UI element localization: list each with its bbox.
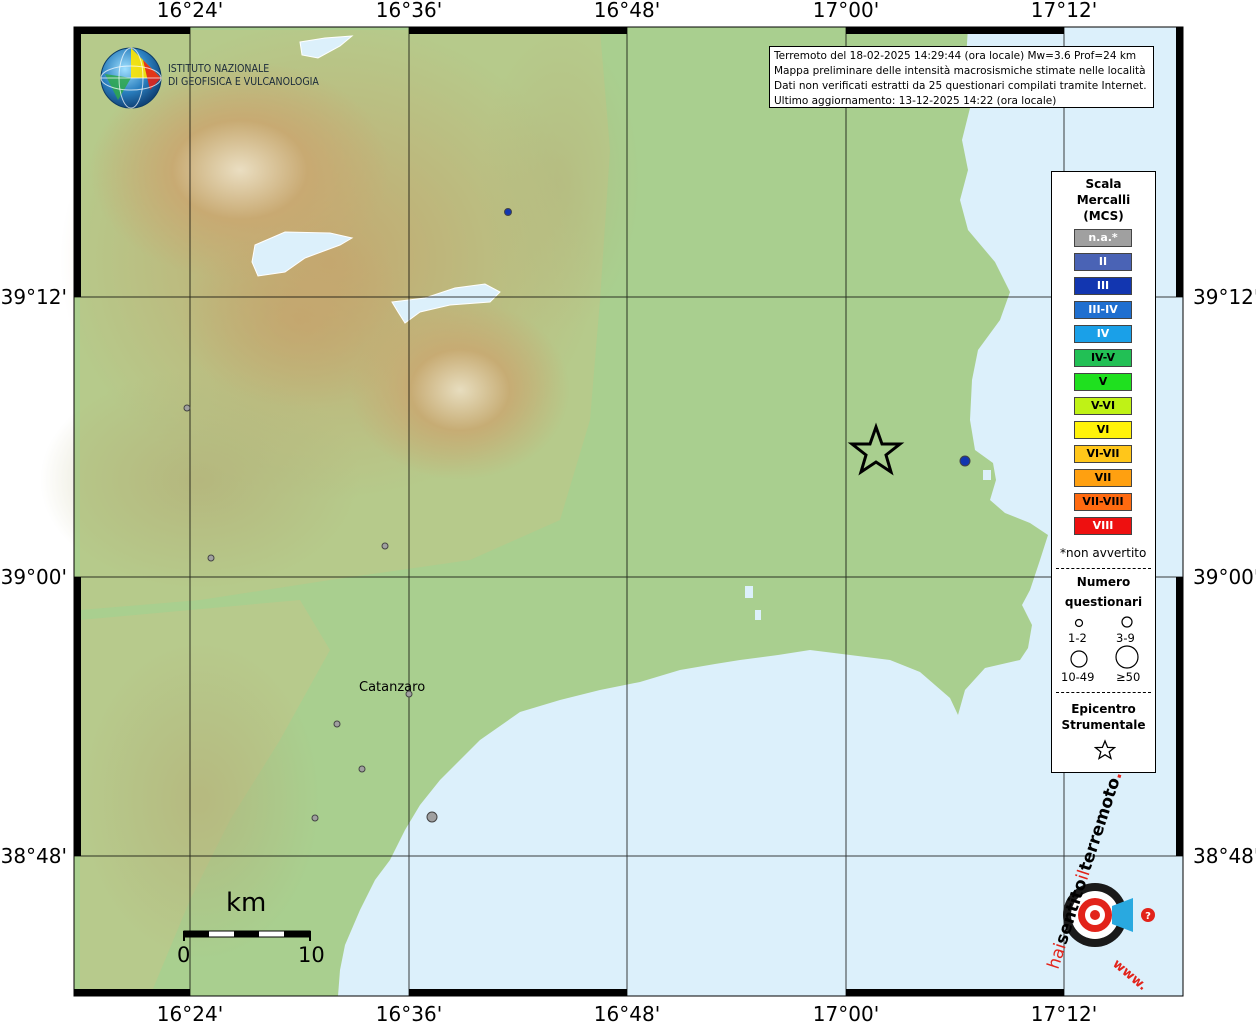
observation-point[interactable] xyxy=(358,765,366,773)
legend-note: *non avvertito xyxy=(1060,546,1147,560)
ingv-logo-text: ISTITUTO NAZIONALE DI GEOFISICA E VULCAN… xyxy=(168,63,319,89)
lon-label-bottom: 16°48' xyxy=(594,1002,660,1024)
lon-label-top: 17°00' xyxy=(813,0,879,22)
legend-swatch: IV xyxy=(1074,325,1132,343)
legend-swatch: VI xyxy=(1074,421,1132,439)
legend-title: Scala xyxy=(1085,177,1122,191)
count-title: Numero xyxy=(1076,575,1131,589)
lat-label-left: 38°48' xyxy=(1,844,67,868)
legend-swatch: V xyxy=(1074,373,1132,391)
scale-unit: km xyxy=(226,888,267,918)
observation-point[interactable] xyxy=(183,404,191,412)
count-label: ≥50 xyxy=(1116,670,1141,684)
earthquake-info-box: Terremoto del 18-02-2025 14:29:44 (ora l… xyxy=(769,46,1154,108)
hill-area xyxy=(80,640,320,960)
legend-swatch: VI-VII xyxy=(1074,445,1132,463)
lon-label-top: 16°24' xyxy=(157,0,223,22)
lon-label-top: 16°36' xyxy=(376,0,442,22)
legend-swatch: III-IV xyxy=(1074,301,1132,319)
coast-pixel xyxy=(755,610,761,620)
logo-line: DI GEOFISICA E VULCANOLOGIA xyxy=(168,76,319,88)
info-line: Dati non verificati estratti da 25 quest… xyxy=(774,80,1147,92)
svg-text:?: ? xyxy=(1145,911,1151,922)
count-label: 3-9 xyxy=(1116,631,1135,645)
lat-label-right: 39°12' xyxy=(1193,285,1256,309)
legend-title: (MCS) xyxy=(1083,209,1124,223)
legend-swatch: III xyxy=(1074,277,1132,295)
epicenter-title: Strumentale xyxy=(1061,718,1146,732)
star-icon xyxy=(1094,739,1116,760)
lon-label-bottom: 17°00' xyxy=(813,1002,879,1024)
lat-label-left: 39°12' xyxy=(1,285,67,309)
lat-label-left: 39°00' xyxy=(1,565,67,589)
legend-title: Mercalli xyxy=(1076,193,1131,207)
observation-point[interactable] xyxy=(207,554,215,562)
lon-label-top: 17°12' xyxy=(1031,0,1097,22)
legend-swatch: VIII xyxy=(1074,517,1132,535)
logo-line: ISTITUTO NAZIONALE xyxy=(168,63,270,75)
legend-swatch: V-VI xyxy=(1074,397,1132,415)
ingv-logo xyxy=(100,47,162,109)
scale-end: 10 xyxy=(298,943,325,967)
observation-point[interactable] xyxy=(426,811,438,823)
legend-divider xyxy=(1056,568,1151,569)
legend-swatch: IV-V xyxy=(1074,349,1132,367)
lat-label-right: 39°00' xyxy=(1193,565,1256,589)
count-label: 10-49 xyxy=(1061,670,1095,684)
epicenter-title: Epicentro xyxy=(1071,702,1136,716)
info-line: Terremoto del 18-02-2025 14:29:44 (ora l… xyxy=(774,50,1137,62)
observation-point[interactable] xyxy=(504,208,512,216)
lon-label-bottom: 16°24' xyxy=(157,1002,223,1024)
count-label: 1-2 xyxy=(1068,631,1087,645)
lon-label-top: 16°48' xyxy=(594,0,660,22)
lat-label-right: 38°48' xyxy=(1193,844,1256,868)
legend-swatch: n.a.* xyxy=(1074,229,1132,247)
hill-area xyxy=(40,370,360,590)
count-title: questionari xyxy=(1064,595,1143,609)
observation-point[interactable] xyxy=(333,720,341,728)
coast-pixel xyxy=(745,586,753,598)
lon-label-bottom: 17°12' xyxy=(1031,1002,1097,1024)
intensity-legend: Scala Mercalli (MCS) n.a.* II III III-IV IV I… xyxy=(1051,171,1156,773)
info-line: Ultimo aggiornamento: 13-12-2025 14:22 (… xyxy=(774,95,1057,107)
lon-label-bottom: 16°36' xyxy=(376,1002,442,1024)
legend-swatch: VII xyxy=(1074,469,1132,487)
observation-point[interactable] xyxy=(311,814,319,822)
scale-start: 0 xyxy=(177,943,191,967)
coast-pixel xyxy=(983,470,991,480)
coast-pixel xyxy=(372,888,378,898)
observation-point[interactable] xyxy=(959,455,971,467)
observation-point[interactable] xyxy=(381,542,389,550)
hill-area xyxy=(480,30,640,330)
legend-swatch: II xyxy=(1074,253,1132,271)
legend-swatch: VII-VIII xyxy=(1074,493,1132,511)
place-label-catanzaro: Catanzaro xyxy=(359,680,426,695)
legend-divider xyxy=(1056,692,1151,693)
info-line: Mappa preliminare delle intensità macros… xyxy=(774,65,1146,77)
